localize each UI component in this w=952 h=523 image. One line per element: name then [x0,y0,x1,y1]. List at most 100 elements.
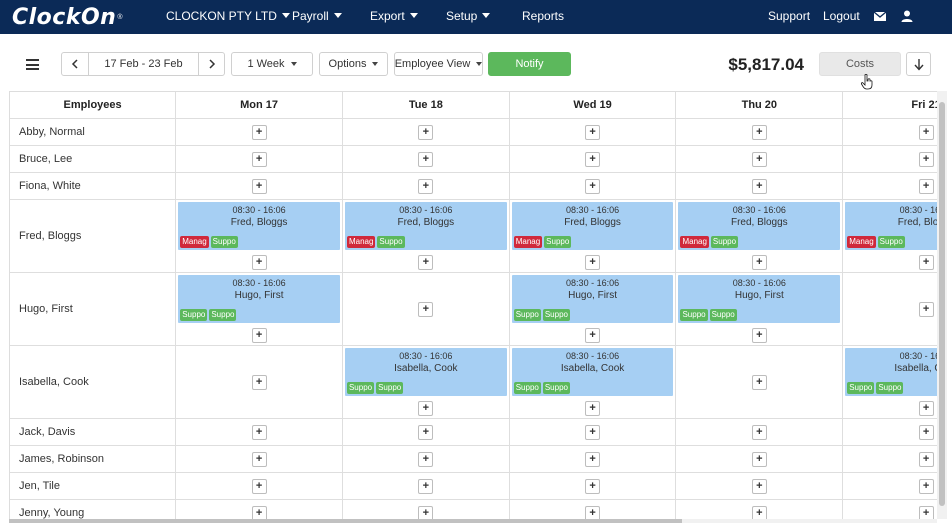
shift-block[interactable]: 08:30 - 16:06Fred, Bloggs ManagSuppo [511,201,674,250]
add-shift-button[interactable]: + [418,505,434,519]
add-shift-button[interactable]: + [251,327,267,343]
add-shift-button[interactable]: + [251,254,267,270]
add-shift-button[interactable]: + [751,151,767,167]
add-shift-button[interactable]: + [918,478,934,494]
employee-name[interactable]: James, Robinson [10,445,177,473]
options-select[interactable]: Options [319,52,388,76]
view-select[interactable]: Employee View [394,52,483,76]
shift-block[interactable]: 08:30 - 16:06Fred, Bloggs ManagSuppo [845,201,937,250]
costs-button[interactable]: Costs [819,52,901,76]
add-shift-button[interactable]: + [751,178,767,194]
user-icon[interactable] [900,9,914,23]
add-shift-button[interactable]: + [418,254,434,270]
shift-block[interactable]: 08:30 - 16:06Fred, Bloggs ManagSuppo [678,201,841,250]
add-shift-button[interactable]: + [751,374,767,390]
employee-name[interactable]: Jack, Davis [10,418,177,446]
horizontal-scrollbar[interactable] [9,519,937,523]
logout-link[interactable]: Logout [823,9,860,23]
employee-name[interactable]: Jen, Tile [10,472,177,500]
add-shift-button[interactable]: + [751,451,767,467]
add-shift-button[interactable]: + [918,505,934,519]
day-column-header[interactable]: Tue 18 [342,92,510,119]
clockon-logo[interactable]: ClockOn ® [12,5,123,30]
scrollbar-thumb[interactable] [9,519,682,523]
shift-block[interactable]: 08:30 - 16:06Fred, Bloggs ManagSuppo [178,201,340,250]
menu-icon[interactable] [26,59,39,70]
add-shift-button[interactable]: + [418,478,434,494]
add-shift-button[interactable]: + [585,178,601,194]
add-shift-button[interactable]: + [918,400,934,416]
mail-icon[interactable] [873,9,887,23]
add-shift-button[interactable]: + [251,178,267,194]
add-shift-button[interactable]: + [751,124,767,140]
payroll-menu[interactable]: Payroll [292,9,342,23]
company-menu[interactable]: CLOCKON PTY LTD [166,9,290,23]
add-shift-button[interactable]: + [918,124,934,140]
add-shift-button[interactable]: + [918,151,934,167]
add-shift-button[interactable]: + [751,505,767,519]
add-shift-button[interactable]: + [585,151,601,167]
notify-button[interactable]: Notify [488,52,571,76]
shift-block[interactable]: 08:30 - 16:06Isabella, Cook SuppoSuppo [344,347,507,396]
add-shift-button[interactable]: + [418,124,434,140]
add-shift-button[interactable]: + [585,424,601,440]
add-shift-button[interactable]: + [751,478,767,494]
add-shift-button[interactable]: + [585,451,601,467]
employee-name[interactable]: Jenny, Young [10,499,177,519]
add-shift-button[interactable]: + [418,151,434,167]
add-shift-button[interactable]: + [251,374,267,390]
vertical-scrollbar[interactable] [937,91,947,519]
add-shift-button[interactable]: + [251,451,267,467]
employee-name[interactable]: Abby, Normal [10,118,177,146]
add-shift-button[interactable]: + [918,178,934,194]
add-shift-button[interactable]: + [418,301,434,317]
employee-name[interactable]: Hugo, First [10,272,177,346]
add-shift-button[interactable]: + [918,424,934,440]
add-shift-button[interactable]: + [751,424,767,440]
add-shift-button[interactable]: + [918,301,934,317]
add-shift-button[interactable]: + [585,400,601,416]
add-shift-button[interactable]: + [585,254,601,270]
add-shift-button[interactable]: + [751,254,767,270]
day-column-header[interactable]: Fri 21 [842,92,937,119]
add-shift-button[interactable]: + [585,505,601,519]
day-column-header[interactable]: Wed 19 [509,92,677,119]
shift-block[interactable]: 08:30 - 16:06 Hugo, First Suppo Suppo [178,274,340,323]
add-shift-button[interactable]: + [418,451,434,467]
export-menu[interactable]: Export [370,9,418,23]
add-shift-button[interactable]: + [585,478,601,494]
add-shift-button[interactable]: + [918,451,934,467]
add-shift-button[interactable]: + [918,254,934,270]
add-shift-button[interactable]: + [751,327,767,343]
support-link[interactable]: Support [768,9,810,23]
shift-block[interactable]: 08:30 - 16:06 Hugo, First Suppo Suppo [678,274,841,323]
shift-block[interactable]: 08:30 - 16:06Isabella, Cook SuppoSuppo [511,347,674,396]
next-week-button[interactable] [198,52,225,76]
shift-block[interactable]: 08:30 - 16:06 Hugo, First Suppo Suppo [511,274,674,323]
shift-block[interactable]: 08:30 - 16:06Fred, Bloggs ManagSuppo [344,201,507,250]
add-shift-button[interactable]: + [251,424,267,440]
add-shift-button[interactable]: + [418,400,434,416]
employee-name[interactable]: Fred, Bloggs [10,199,177,273]
scrollbar-thumb[interactable] [939,102,945,506]
download-button[interactable] [906,52,931,76]
period-select[interactable]: 1 Week [231,52,313,76]
date-range-picker[interactable]: 17 Feb - 23 Feb [88,52,199,76]
prev-week-button[interactable] [61,52,89,76]
add-shift-button[interactable]: + [585,327,601,343]
add-shift-button[interactable]: + [251,478,267,494]
reports-link[interactable]: Reports [522,9,564,23]
employee-name[interactable]: Isabella, Cook [10,345,177,419]
add-shift-button[interactable]: + [251,124,267,140]
shift-block[interactable]: 08:30 - 16:06Isabella, Cook SuppoSuppo [845,347,937,396]
add-shift-button[interactable]: + [251,505,267,519]
day-column-header[interactable]: Thu 20 [675,92,844,119]
add-shift-button[interactable]: + [585,124,601,140]
employee-name[interactable]: Bruce, Lee [10,145,177,173]
setup-menu[interactable]: Setup [446,9,491,23]
add-shift-button[interactable]: + [418,178,434,194]
add-shift-button[interactable]: + [251,151,267,167]
day-column-header[interactable]: Mon 17 [175,92,343,119]
add-shift-button[interactable]: + [418,424,434,440]
employee-name[interactable]: Fiona, White [10,172,177,200]
